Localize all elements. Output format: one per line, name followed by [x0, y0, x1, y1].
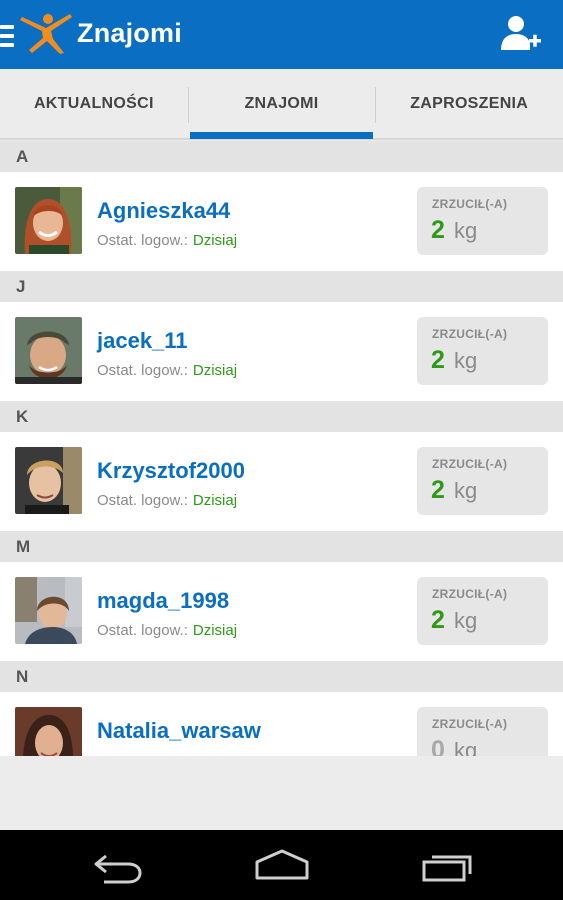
section-header: A: [0, 141, 563, 172]
weight-lost-value: 2: [431, 606, 445, 634]
friend-name[interactable]: jacek_11: [97, 328, 188, 354]
system-nav-bar: [0, 830, 563, 900]
avatar: [15, 707, 82, 756]
friend-row[interactable]: jacek_11 Ostat. logow.: Dzisiaj ZRZUCIŁ(-…: [0, 302, 563, 401]
weight-lost-badge: ZRZUCIŁ(-A) 2 kg: [417, 447, 548, 515]
home-icon[interactable]: [252, 848, 312, 884]
friend-row[interactable]: magda_1998 Ostat. logow.: Dzisiaj ZRZUCIŁ…: [0, 562, 563, 661]
friend-name[interactable]: magda_1998: [97, 588, 229, 614]
last-login-value: Dzisiaj: [192, 492, 238, 509]
friend-row[interactable]: Krzysztof2000 Ostat. logow.: Dzisiaj ZRZU…: [0, 432, 563, 531]
running-person-logo[interactable]: [18, 11, 74, 55]
friend-name[interactable]: Natalia_warsaw: [97, 718, 261, 744]
friend-row[interactable]: Natalia_warsaw ZRZUCIŁ(-A) 0 kg: [0, 692, 563, 756]
last-login: Ostat. logow.: Dzisiaj: [97, 622, 238, 639]
section-header: N: [0, 661, 563, 692]
section-header: J: [0, 271, 563, 302]
friend-name[interactable]: Krzysztof2000: [97, 458, 245, 484]
weight-lost-badge: ZRZUCIŁ(-A) 2 kg: [417, 317, 548, 385]
last-login: Ostat. logow.: Dzisiaj: [97, 232, 238, 249]
add-person-icon[interactable]: [499, 14, 543, 54]
weight-lost-label: ZRZUCIŁ(-A): [432, 717, 508, 731]
weight-lost-label: ZRZUCIŁ(-A): [432, 327, 508, 341]
last-login: Ostat. logow.: Dzisiaj: [97, 362, 238, 379]
avatar: [15, 577, 82, 644]
hamburger-icon[interactable]: [0, 25, 14, 47]
empty-area: [0, 756, 563, 830]
section-header: M: [0, 531, 563, 562]
back-icon[interactable]: [88, 848, 148, 884]
recents-icon[interactable]: [418, 848, 478, 884]
weight-lost-value: 2: [431, 216, 445, 244]
weight-lost-label: ZRZUCIŁ(-A): [432, 457, 508, 471]
friend-row[interactable]: Agnieszka44 Ostat. logow.: Dzisiaj ZRZUCI…: [0, 172, 563, 271]
weight-lost-unit: kg: [454, 218, 478, 243]
tab-friends[interactable]: ZNAJOMI: [187, 69, 376, 139]
weight-lost-unit: kg: [454, 348, 478, 373]
avatar: [15, 447, 82, 514]
weight-lost-badge: ZRZUCIŁ(-A) 2 kg: [417, 577, 548, 645]
tab-bar: AKTUALNOŚCI ZNAJOMI ZAPROSZENIA: [0, 69, 563, 140]
last-login: Ostat. logow.: Dzisiaj: [97, 492, 238, 509]
tab-invitations[interactable]: ZAPROSZENIA: [375, 69, 563, 138]
friend-name[interactable]: Agnieszka44: [97, 198, 230, 224]
friends-list[interactable]: A Agnieszka44 Ostat. logow.: Dzisiaj ZRZU…: [0, 141, 563, 756]
last-login-value: Dzisiaj: [192, 232, 238, 249]
app-bar: Znajomi: [0, 0, 563, 69]
section-header: K: [0, 401, 563, 432]
last-login-value: Dzisiaj: [192, 362, 238, 379]
weight-lost-value: 2: [431, 346, 445, 374]
avatar: [15, 187, 82, 254]
weight-lost-unit: kg: [454, 478, 478, 503]
page-title: Znajomi: [77, 18, 182, 48]
weight-lost-label: ZRZUCIŁ(-A): [432, 197, 508, 211]
weight-lost-badge: ZRZUCIŁ(-A) 0 kg: [417, 707, 548, 756]
tab-news[interactable]: AKTUALNOŚCI: [0, 69, 188, 138]
weight-lost-label: ZRZUCIŁ(-A): [432, 587, 508, 601]
weight-lost-unit: kg: [454, 738, 478, 756]
weight-lost-value: 2: [431, 476, 445, 504]
weight-lost-value: 0: [431, 736, 445, 756]
weight-lost-badge: ZRZUCIŁ(-A) 2 kg: [417, 187, 548, 255]
avatar: [15, 317, 82, 384]
last-login-value: Dzisiaj: [192, 622, 238, 639]
weight-lost-unit: kg: [454, 608, 478, 633]
